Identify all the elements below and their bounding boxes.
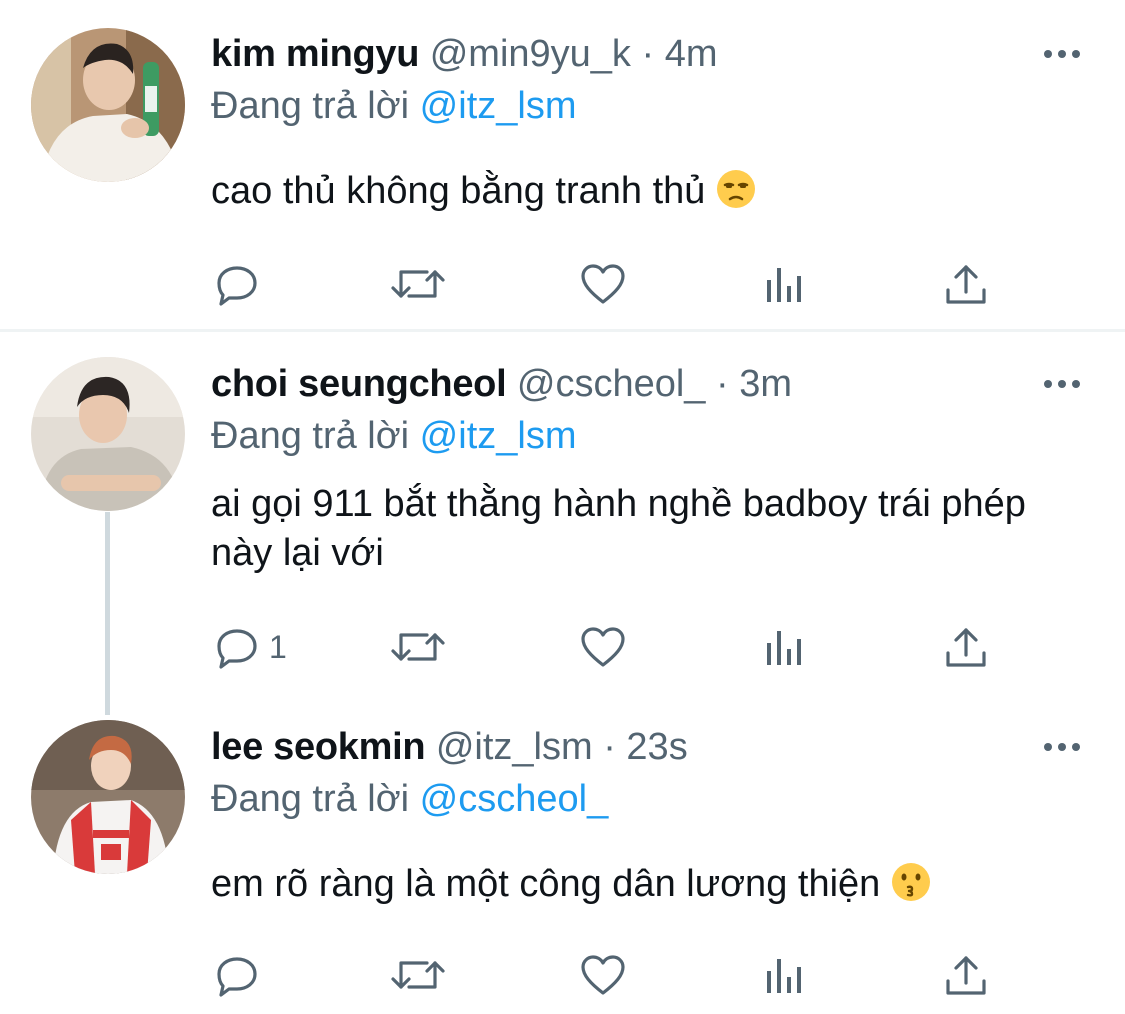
- tweet-header: choi seungcheol @cscheol_ · 3m: [211, 362, 792, 406]
- replying-to-label: Đang trả lời: [211, 415, 410, 457]
- separator-dot: ·: [641, 33, 655, 75]
- tweet-text: cao thủ không bằng tranh thủ: [211, 167, 1091, 216]
- share-button[interactable]: [944, 950, 988, 1000]
- reply-button[interactable]: [215, 259, 269, 309]
- timestamp[interactable]: 4m: [665, 33, 718, 75]
- views-button[interactable]: [765, 622, 805, 672]
- retweet-icon: [389, 625, 447, 669]
- retweet-button[interactable]: [389, 622, 447, 672]
- replying-to-label: Đang trả lời: [211, 85, 410, 127]
- views-icon: [765, 953, 805, 997]
- kissing-face-emoji: [891, 862, 931, 902]
- timestamp[interactable]: 3m: [739, 363, 792, 405]
- like-button[interactable]: [580, 950, 626, 1000]
- more-icon[interactable]: [1042, 737, 1082, 757]
- unamused-face-emoji: [716, 169, 756, 209]
- share-icon: [944, 625, 988, 669]
- like-icon: [580, 262, 626, 306]
- views-button[interactable]: [765, 950, 805, 1000]
- tweet-text-content: ai gọi 911 bắt thằng hành nghề badboy tr…: [211, 483, 1026, 574]
- replying-to-mention[interactable]: @cscheol_: [420, 778, 609, 820]
- tweet-lee-seokmin[interactable]: lee seokmin @itz_lsm · 23s Đang trả lời …: [0, 712, 1125, 1014]
- tweet-choi-seungcheol[interactable]: choi seungcheol @cscheol_ · 3m Đang trả …: [0, 332, 1125, 712]
- user-handle[interactable]: @cscheol_: [517, 363, 706, 405]
- replying-to: Đang trả lời @itz_lsm: [211, 414, 576, 458]
- user-handle[interactable]: @itz_lsm: [436, 726, 593, 768]
- more-icon[interactable]: [1042, 44, 1082, 64]
- avatar[interactable]: [31, 720, 185, 874]
- tweet-text: em rõ ràng là một công dân lương thiện: [211, 860, 1091, 909]
- like-icon: [580, 953, 626, 997]
- tweet-text-content: em rõ ràng là một công dân lương thiện: [211, 863, 881, 905]
- tweet-kim-mingyu[interactable]: kim mingyu @min9yu_k · 4m Đang trả lời @…: [0, 0, 1125, 330]
- views-icon: [765, 625, 805, 669]
- tweet-actions: [211, 950, 1011, 1000]
- retweet-icon: [389, 953, 447, 997]
- reply-count: 1: [269, 628, 287, 665]
- share-icon: [944, 953, 988, 997]
- like-button[interactable]: [580, 259, 626, 309]
- retweet-button[interactable]: [389, 950, 447, 1000]
- tweet-text-content: cao thủ không bằng tranh thủ: [211, 170, 706, 212]
- separator-dot: ·: [716, 363, 729, 405]
- like-button[interactable]: [580, 622, 626, 672]
- tweet-actions: [211, 259, 1011, 309]
- tweet-text: ai gọi 911 bắt thằng hành nghề badboy tr…: [211, 480, 1091, 578]
- replying-to: Đang trả lời @cscheol_: [211, 777, 608, 821]
- like-icon: [580, 625, 626, 669]
- views-button[interactable]: [765, 259, 805, 309]
- more-icon[interactable]: [1042, 374, 1082, 394]
- separator-dot: ·: [603, 726, 616, 768]
- share-icon: [944, 262, 988, 306]
- user-handle[interactable]: @min9yu_k: [430, 33, 631, 75]
- share-button[interactable]: [944, 622, 988, 672]
- replying-to-label: Đang trả lời: [211, 778, 410, 820]
- reply-icon: [215, 625, 259, 669]
- reply-icon: [215, 953, 259, 997]
- display-name[interactable]: choi seungcheol: [211, 363, 507, 405]
- replying-to-mention[interactable]: @itz_lsm: [420, 85, 577, 127]
- share-button[interactable]: [944, 259, 988, 309]
- display-name[interactable]: lee seokmin: [211, 726, 426, 768]
- tweet-header: lee seokmin @itz_lsm · 23s: [211, 725, 688, 769]
- avatar[interactable]: [31, 28, 185, 182]
- display-name[interactable]: kim mingyu: [211, 33, 419, 75]
- retweet-icon: [389, 262, 447, 306]
- tweet-actions: 1: [211, 622, 1011, 672]
- reply-icon: [215, 262, 259, 306]
- avatar[interactable]: [31, 357, 185, 511]
- reply-button[interactable]: [215, 950, 269, 1000]
- timestamp[interactable]: 23s: [626, 726, 687, 768]
- retweet-button[interactable]: [389, 259, 447, 309]
- replying-to-mention[interactable]: @itz_lsm: [420, 415, 577, 457]
- tweet-header: kim mingyu @min9yu_k · 4m: [211, 32, 718, 76]
- thread-connector: [105, 512, 110, 715]
- replying-to: Đang trả lời @itz_lsm: [211, 84, 576, 128]
- reply-button[interactable]: 1: [215, 622, 287, 672]
- views-icon: [765, 262, 805, 306]
